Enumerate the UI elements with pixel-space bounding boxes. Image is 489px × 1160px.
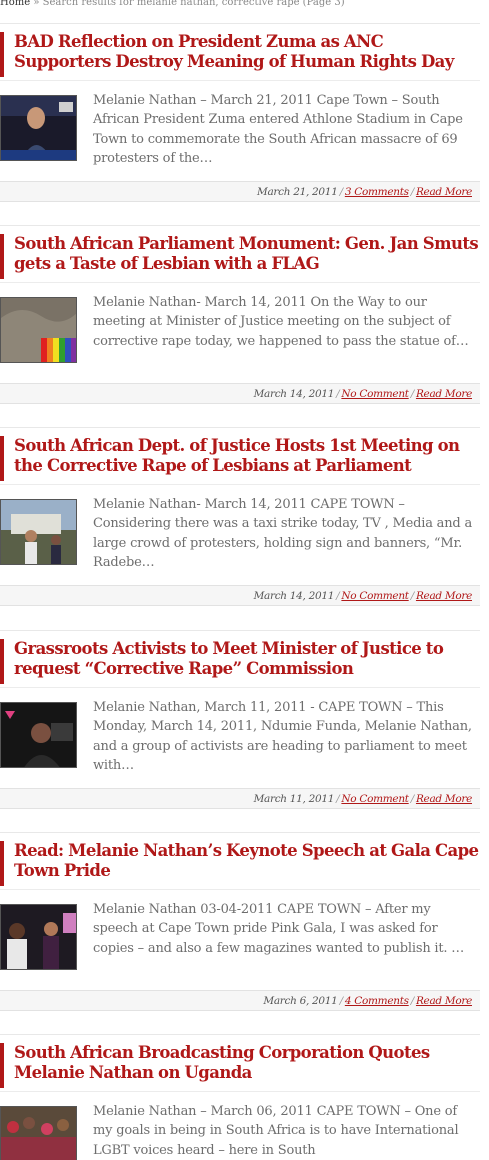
- read-more-link[interactable]: Read More: [416, 590, 472, 602]
- post-item: South African Dept. of Justice Hosts 1st…: [0, 427, 480, 608]
- post-title[interactable]: Read: Melanie Nathan’s Keynote Speech at…: [14, 841, 480, 881]
- post-date: March 14, 2011: [253, 388, 335, 400]
- post-comments-link[interactable]: 4 Comments: [345, 995, 409, 1007]
- breadcrumb: Home » Search results for melanie nathan…: [0, 0, 489, 9]
- read-more-link[interactable]: Read More: [416, 388, 472, 400]
- post-date: March 6, 2011: [263, 995, 338, 1007]
- post-meta: March 14, 2011/No Comment / Read More: [0, 383, 480, 404]
- post-meta: March 14, 2011/No Comment / Read More: [0, 585, 480, 606]
- post-item: Read: Melanie Nathan’s Keynote Speech at…: [0, 832, 480, 1013]
- post-comments-link[interactable]: No Comment: [341, 590, 409, 602]
- post-date: March 14, 2011: [253, 590, 335, 602]
- breadcrumb-separator: »: [33, 0, 40, 8]
- post-date: March 21, 2011: [257, 186, 338, 198]
- post-excerpt: Melanie Nathan, March 11, 2011 - CAPE TO…: [93, 700, 472, 774]
- post-meta: March 6, 2011/4 Comments / Read More: [0, 990, 480, 1011]
- post-title[interactable]: BAD Reflection on President Zuma as ANC …: [14, 32, 480, 72]
- read-more-link[interactable]: Read More: [416, 186, 472, 198]
- breadcrumb-current: Search results for melanie nathan, corre…: [42, 0, 345, 8]
- post-date: March 11, 2011: [253, 793, 335, 805]
- post-comments-link[interactable]: 3 Comments: [345, 186, 409, 198]
- read-more-link[interactable]: Read More: [416, 995, 472, 1007]
- read-more-link[interactable]: Read More: [416, 793, 472, 805]
- post-thumbnail[interactable]: [0, 904, 77, 970]
- post-title[interactable]: South African Parliament Monument: Gen. …: [14, 234, 480, 274]
- post-thumbnail[interactable]: [0, 95, 77, 161]
- post-excerpt: Melanie Nathan – March 21, 2011 Cape Tow…: [93, 93, 463, 167]
- breadcrumb-home-link[interactable]: Home: [0, 0, 30, 8]
- post-excerpt: Melanie Nathan 03-04-2011 CAPE TOWN – Af…: [93, 902, 465, 956]
- post-thumbnail[interactable]: [0, 1106, 77, 1160]
- post-meta: March 21, 2011/3 Comments / Read More: [0, 181, 480, 202]
- post-item: BAD Reflection on President Zuma as ANC …: [0, 23, 480, 204]
- post-title[interactable]: South African Broadcasting Corporation Q…: [14, 1043, 480, 1083]
- post-comments-link[interactable]: No Comment: [341, 793, 409, 805]
- post-item: Grassroots Activists to Meet Minister of…: [0, 630, 480, 811]
- post-comments-link[interactable]: No Comment: [341, 388, 409, 400]
- post-thumbnail[interactable]: [0, 499, 77, 565]
- post-title[interactable]: Grassroots Activists to Meet Minister of…: [14, 639, 480, 679]
- post-meta: March 11, 2011/No Comment / Read More: [0, 788, 480, 809]
- post-item: South African Broadcasting Corporation Q…: [0, 1034, 480, 1160]
- post-thumbnail[interactable]: [0, 297, 77, 363]
- post-excerpt: Melanie Nathan- March 14, 2011 On the Wa…: [93, 295, 469, 349]
- post-item: South African Parliament Monument: Gen. …: [0, 225, 480, 406]
- post-excerpt: Melanie Nathan- March 14, 2011 CAPE TOWN…: [93, 497, 473, 571]
- post-title[interactable]: South African Dept. of Justice Hosts 1st…: [14, 436, 480, 476]
- post-excerpt: Melanie Nathan – March 06, 2011 CAPE TOW…: [93, 1104, 459, 1158]
- post-thumbnail[interactable]: [0, 702, 77, 768]
